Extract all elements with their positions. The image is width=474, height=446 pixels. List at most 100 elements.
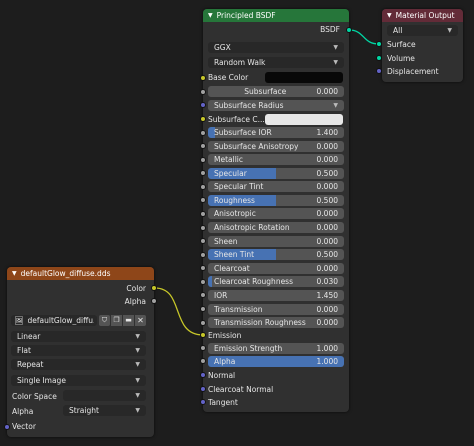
param-field-clearcoat-roughness[interactable]: Clearcoat Roughness 0.030 <box>208 276 344 288</box>
vector-input-socket[interactable] <box>4 424 10 430</box>
collapse-chevron-icon[interactable]: ▼ <box>12 270 17 277</box>
image-header[interactable]: ▼ defaultGlow_diffuse.dds <box>7 267 154 280</box>
base-color-swatch[interactable] <box>265 72 343 83</box>
param-label: Subsurface IOR <box>214 128 272 137</box>
param-socket[interactable] <box>200 251 206 258</box>
interpolation-dropdown[interactable]: Linear ▼ <box>11 331 146 342</box>
collapse-chevron-icon[interactable]: ▼ <box>387 12 392 19</box>
base-color-label: Base Color <box>208 73 249 82</box>
emission-label: Emission <box>208 331 242 340</box>
param-field-metallic[interactable]: Metallic 0.000 <box>208 154 344 166</box>
close-icon[interactable]: ✕ <box>135 315 146 326</box>
param-label: Specular <box>214 168 247 178</box>
material-output-header[interactable]: ▼ Material Output <box>382 9 463 22</box>
chevron-down-icon: ▼ <box>135 377 140 384</box>
duplicate-icon[interactable]: ❐ <box>111 315 122 326</box>
subsurface-color-socket[interactable] <box>200 116 206 122</box>
collapse-chevron-icon[interactable]: ▼ <box>208 12 213 19</box>
image-texture-node[interactable]: ▼ defaultGlow_diffuse.dds Color Alpha 🖼 … <box>7 267 154 437</box>
bsdf-header[interactable]: ▼ Principled BSDF <box>203 9 349 22</box>
source-dropdown[interactable]: Single Image ▼ <box>11 375 146 386</box>
param-label: Anisotropic Rotation <box>214 223 290 233</box>
param-field-anisotropic[interactable]: Anisotropic 0.000 <box>208 208 344 220</box>
normal-label: Normal <box>208 371 236 380</box>
surface-socket[interactable] <box>376 41 382 47</box>
param-value: 0.500 <box>316 250 338 260</box>
surface-label: Surface <box>387 40 416 49</box>
param-field-clearcoat[interactable]: Clearcoat 0.000 <box>208 262 344 274</box>
param-value: 0.000 <box>316 304 338 314</box>
target-dropdown[interactable]: All ▼ <box>387 25 458 36</box>
param-field-roughness[interactable]: Roughness 0.500 <box>208 194 344 206</box>
displacement-socket[interactable] <box>376 68 382 74</box>
clearcoat-normal-label: Clearcoat Normal <box>208 385 274 394</box>
param-field-transmission-roughness[interactable]: Transmission Roughness 0.000 <box>208 317 344 329</box>
subsurface-radius-socket[interactable] <box>200 102 206 108</box>
displacement-label: Displacement <box>387 67 439 76</box>
param-field-specular[interactable]: Specular 0.500 <box>208 167 344 179</box>
param-socket[interactable] <box>200 319 206 326</box>
extension-dropdown[interactable]: Repeat ▼ <box>11 359 146 370</box>
subsurface-method-dropdown[interactable]: Random Walk ▼ <box>208 57 344 68</box>
subsurface-field[interactable]: Subsurface 0.000 <box>208 86 344 97</box>
color-space-dropdown[interactable]: ▼ <box>63 390 146 401</box>
param-field-subsurface-anisotropy[interactable]: Subsurface Anisotropy 0.000 <box>208 140 344 152</box>
image-selector[interactable]: 🖼 defaultGlow_diffu... <box>11 315 97 326</box>
param-socket[interactable] <box>200 278 206 285</box>
param-socket[interactable] <box>200 156 206 163</box>
alpha-output-socket[interactable] <box>151 298 157 304</box>
alpha-mode-dropdown[interactable]: Straight ▼ <box>63 405 146 416</box>
base-color-socket[interactable] <box>200 75 206 81</box>
shield-icon[interactable]: ⛉ <box>99 315 110 326</box>
param-label: Clearcoat Roughness <box>214 277 293 287</box>
color-output-socket[interactable] <box>151 285 157 291</box>
chevron-down-icon: ▼ <box>135 361 140 368</box>
image-title: defaultGlow_diffuse.dds <box>20 269 111 278</box>
subsurface-radius-dropdown[interactable]: Subsurface Radius ▼ <box>208 100 344 111</box>
param-socket[interactable] <box>200 129 206 136</box>
param-value: 1.400 <box>316 128 338 137</box>
subsurface-socket[interactable] <box>200 89 206 95</box>
chevron-down-icon: ▼ <box>135 407 140 414</box>
subsurface-color-swatch[interactable] <box>265 114 343 125</box>
tangent-socket[interactable] <box>200 399 206 405</box>
param-field-sheen[interactable]: Sheen 0.000 <box>208 235 344 247</box>
emission-strength-socket[interactable] <box>200 345 206 351</box>
param-field-anisotropic-rotation[interactable]: Anisotropic Rotation 0.000 <box>208 222 344 234</box>
param-value: 1.450 <box>316 290 338 300</box>
alpha-socket[interactable] <box>200 358 206 364</box>
vector-label: Vector <box>12 422 36 431</box>
param-field-sheen-tint[interactable]: Sheen Tint 0.500 <box>208 249 344 261</box>
chevron-down-icon: ▼ <box>333 102 338 109</box>
normal-socket[interactable] <box>200 372 206 378</box>
color-output-label: Color <box>126 284 146 293</box>
volume-socket[interactable] <box>376 55 382 61</box>
bsdf-output-socket[interactable] <box>346 27 352 33</box>
chevron-down-icon: ▼ <box>135 347 140 354</box>
param-value: 0.000 <box>316 182 338 192</box>
folder-icon[interactable]: ▬ <box>123 315 134 326</box>
param-field-ior[interactable]: IOR 1.450 <box>208 289 344 301</box>
chevron-down-icon: ▼ <box>333 44 338 51</box>
projection-dropdown[interactable]: Flat ▼ <box>11 345 146 356</box>
tangent-label: Tangent <box>208 398 238 407</box>
clearcoat-normal-socket[interactable] <box>200 386 206 392</box>
bsdf-output-label: BSDF <box>320 25 340 34</box>
param-socket[interactable] <box>200 224 206 231</box>
param-value: 0.000 <box>316 223 338 233</box>
param-field-subsurface-ior[interactable]: Subsurface IOR 1.400 <box>208 127 344 138</box>
param-field-transmission[interactable]: Transmission 0.000 <box>208 303 344 315</box>
emission-strength-field[interactable]: Emission Strength 1.000 <box>208 343 344 354</box>
param-socket[interactable] <box>200 210 206 217</box>
material-output-node[interactable]: ▼ Material Output All ▼ Surface Volume Di… <box>382 9 463 82</box>
alpha-field[interactable]: Alpha 1.000 <box>208 356 344 367</box>
param-socket[interactable] <box>200 183 206 190</box>
param-label: Specular Tint <box>214 182 264 192</box>
chevron-down-icon: ▼ <box>135 333 140 340</box>
distribution-dropdown[interactable]: GGX ▼ <box>208 42 344 53</box>
param-field-specular-tint[interactable]: Specular Tint 0.000 <box>208 181 344 193</box>
bsdf-title: Principled BSDF <box>216 11 276 20</box>
emission-socket[interactable] <box>200 332 206 338</box>
param-socket[interactable] <box>200 306 206 313</box>
principled-bsdf-node[interactable]: ▼ Principled BSDF BSDF GGX ▼ Random Walk ▼… <box>203 9 349 412</box>
